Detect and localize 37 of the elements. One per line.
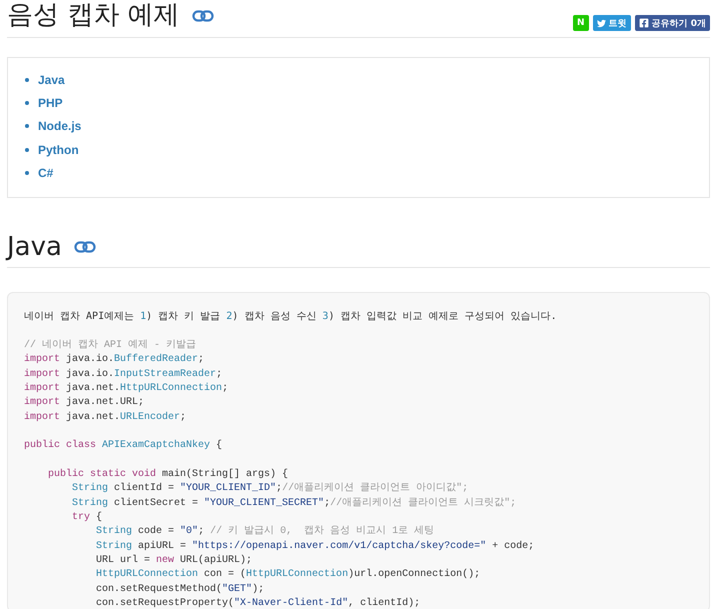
code-line: public static void main(String[] args) { [47,468,288,482]
page-title: 음성 캡차 예제 [7,0,180,32]
bullet-icon [25,124,29,128]
code-line: public class APIExamCaptchaNkey { [24,439,222,454]
naver-share-button[interactable]: N [573,15,589,32]
code-line: con.setRequestProperty("X-Naver-Client-Id", clientId); [95,597,420,609]
code-line: String code = "0"; // 키 발급시 0, 캡차 음성 비교시 1로 세팅 [95,525,434,540]
toc-link[interactable]: Node.js [38,118,82,134]
facebook-icon [638,18,649,28]
share-button[interactable]: 공유하기 0개 [634,15,710,32]
toc-link[interactable]: Python [38,142,79,158]
code-line: String clientSecret = "YOUR_CLIENT_SECRET";//애플리케이션 클라이언트 시크릿값"; [71,496,516,511]
bird-icon [596,18,606,28]
code-line: import java.net.HttpURLConnection; [24,382,228,396]
intro-text: 네이버 캡차 API예제는 1) 캡차 키 발급 2) 캡차 음성 수신 3) 캡차 입력값 비교 예제로 구성되어 있습니다. [24,310,558,323]
toc-link[interactable]: Java [38,72,65,88]
code-line: URL url = new URL(apiURL); [95,554,252,568]
share-button[interactable]: 트윗 [592,15,631,32]
code-line: import java.io.BufferedReader; [24,353,204,368]
bullet-icon [25,171,29,176]
code-line: con.setRequestMethod("GET"); [95,582,264,597]
code-line: String clientId = "YOUR_CLIENT_ID";//애플리케이션 클라이언트 아이디값"; [71,482,468,496]
code-line: import java.net.URLEncoder; [24,410,186,425]
toc-link[interactable]: C# [38,165,54,182]
code-line: import java.io.InputStreamReader; [24,368,222,382]
link-icon[interactable] [192,10,214,22]
code-line: HttpURLConnection con = (HttpURLConnection)url.openConnection(); [95,568,480,582]
bullet-icon [25,78,29,82]
link-icon[interactable] [74,241,96,254]
toc-link[interactable]: PHP [38,95,63,112]
bullet-icon [25,148,29,152]
code-line: // 네이버 캡차 API 예제 - 키발급 [24,338,196,353]
code-line: import java.net.URL; [24,396,144,410]
section-title: Java [7,232,62,263]
code-line: try { [71,510,102,525]
code-line: String apiURL = "https://openapi.naver.com/v1/captcha/skey?code=" + code; [95,540,534,554]
bullet-icon [25,101,29,106]
